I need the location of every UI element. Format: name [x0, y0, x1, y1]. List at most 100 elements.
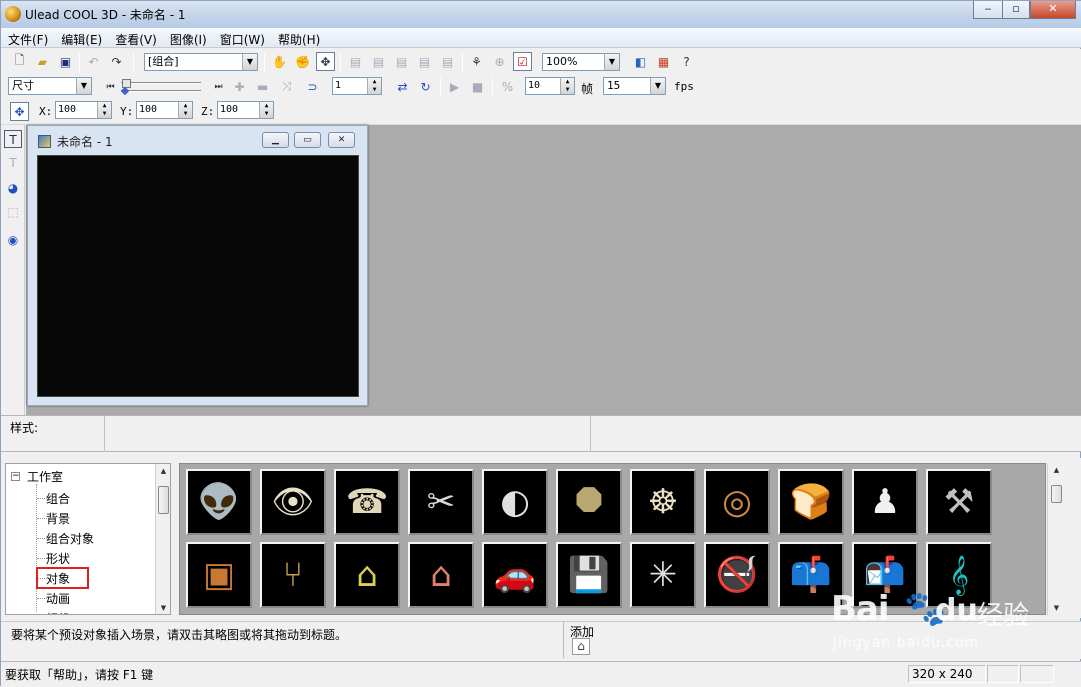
menu-file[interactable]: 文件(F): [1, 28, 54, 48]
chevron-down-icon[interactable]: ▼: [650, 78, 665, 94]
thumbnail-steering-wheel-icon[interactable]: ☸: [630, 469, 696, 535]
document-window[interactable]: 未命名 - 1 ▁ ▭ ✕: [27, 125, 368, 406]
thumbnail-donut-icon[interactable]: ◎: [704, 469, 770, 535]
redo-icon[interactable]: ↷: [107, 52, 126, 71]
tree-item-group[interactable]: 组合: [46, 490, 70, 507]
thumbnail-scissors-icon[interactable]: ✂: [408, 469, 474, 535]
tree-item-background[interactable]: 背景: [46, 510, 70, 527]
collapse-icon[interactable]: −: [11, 472, 20, 481]
property-select[interactable]: 尺寸 ▼: [8, 77, 92, 95]
add-keyframe-icon[interactable]: ✚: [230, 77, 249, 96]
menu-image[interactable]: 图像(I): [163, 28, 213, 48]
insert-object-icon[interactable]: ◕: [4, 179, 22, 197]
doc-maximize-button[interactable]: ▭: [294, 132, 321, 148]
thumbnail-bowling-pin-icon[interactable]: ♟: [852, 469, 918, 535]
zoom-select[interactable]: 100% ▼: [542, 53, 620, 71]
select-object-icon[interactable]: ✥: [316, 52, 335, 71]
reverse-keyframe-icon[interactable]: ⤨: [277, 77, 296, 96]
scroll-thumb[interactable]: [1051, 485, 1062, 503]
thumbnail-bread-icon[interactable]: 🍞: [778, 469, 844, 535]
align-left-icon[interactable]: ▤: [346, 52, 365, 71]
tree-item-camera[interactable]: 相机: [46, 610, 70, 614]
export-icon[interactable]: ▦: [654, 52, 673, 71]
doc-minimize-button[interactable]: ▁: [262, 132, 289, 148]
thumbnail-alien-head-icon[interactable]: 👽: [186, 469, 252, 535]
menu-window[interactable]: 窗口(W): [213, 28, 271, 48]
thumbnail-barn-icon[interactable]: ⌂: [408, 542, 474, 608]
spinner-arrows-icon[interactable]: ▲ ▼: [259, 102, 273, 118]
thumbnail-car-icon[interactable]: 🚗: [482, 542, 548, 608]
tree-root-studio[interactable]: 工作室: [27, 468, 63, 485]
scroll-up-icon[interactable]: ▲: [156, 464, 170, 478]
rotate-hand-icon[interactable]: ✊: [293, 52, 312, 71]
spinner-arrows-icon[interactable]: ▲ ▼: [178, 102, 192, 118]
thumbnail-telephone-icon[interactable]: ☎: [334, 469, 400, 535]
percent-icon[interactable]: %: [498, 77, 517, 96]
first-frame-icon[interactable]: ⏮: [101, 77, 120, 96]
z-position-spinner[interactable]: 100 ▲ ▼: [217, 101, 274, 119]
maximize-button[interactable]: ▫: [1002, 1, 1030, 19]
light-icon[interactable]: ⚘: [467, 52, 486, 71]
play-icon[interactable]: ▶: [445, 77, 464, 96]
chevron-down-icon[interactable]: ▼: [76, 78, 91, 94]
thumbnail-hammer-icon[interactable]: ⚒: [926, 469, 992, 535]
pan-hand-icon[interactable]: ✋: [270, 52, 289, 71]
thumbnail-eye-icon[interactable]: 👁: [260, 469, 326, 535]
render-settings-icon[interactable]: ◧: [631, 52, 650, 71]
scroll-thumb[interactable]: [158, 486, 169, 514]
save-icon[interactable]: ▣: [56, 52, 75, 71]
menu-help[interactable]: 帮助(H): [271, 28, 326, 48]
align-top-icon[interactable]: ▤: [415, 52, 434, 71]
geometry-icon[interactable]: ◉: [4, 231, 22, 249]
globe-icon[interactable]: ⊕: [490, 52, 509, 71]
scroll-up-icon[interactable]: ▲: [1048, 463, 1065, 477]
minimize-button[interactable]: ‒: [973, 1, 1003, 19]
swap-icon[interactable]: ⇄: [393, 77, 412, 96]
open-folder-icon[interactable]: ▰: [33, 52, 52, 71]
tree-item-animation[interactable]: 动画: [46, 590, 70, 607]
y-position-spinner[interactable]: 100 ▲ ▼: [136, 101, 193, 119]
x-position-spinner[interactable]: 100 ▲ ▼: [55, 101, 112, 119]
add-to-scene-icon[interactable]: ⌂: [572, 638, 590, 655]
thumbnail-octagon-sign-icon[interactable]: ⯃: [556, 469, 622, 535]
key-frame-marker[interactable]: [120, 86, 130, 96]
spinner-arrows-icon[interactable]: ▲ ▼: [367, 78, 381, 94]
align-bottom-icon[interactable]: ▤: [438, 52, 457, 71]
spinner-arrows-icon[interactable]: ▲ ▼: [560, 78, 574, 94]
text-tool-icon[interactable]: T: [4, 130, 22, 148]
timeline-slider[interactable]: [120, 79, 203, 96]
thumbnail-box-crate-icon[interactable]: ▣: [186, 542, 252, 608]
edit-text-icon[interactable]: T: [4, 154, 22, 172]
close-button[interactable]: ✕: [1030, 1, 1076, 19]
undo-icon[interactable]: ↶: [84, 52, 103, 71]
new-file-icon[interactable]: 🗋: [10, 52, 29, 71]
3d-canvas[interactable]: [37, 155, 359, 397]
gallery-scrollbar[interactable]: ▲ ▼: [1047, 463, 1065, 615]
remove-keyframe-icon[interactable]: ▬: [253, 77, 272, 96]
last-frame-icon[interactable]: ⏭: [209, 77, 228, 96]
menu-view[interactable]: 查看(V): [108, 28, 163, 48]
align-right-icon[interactable]: ▤: [392, 52, 411, 71]
chevron-down-icon[interactable]: ▼: [604, 54, 619, 70]
tree-item-group-object[interactable]: 组合对象: [46, 530, 94, 547]
stop-icon[interactable]: ■: [468, 77, 487, 96]
fps-select[interactable]: 15 ▼: [603, 77, 666, 95]
display-quality-icon[interactable]: ☑: [513, 52, 532, 71]
tree-item-shape[interactable]: 形状: [46, 550, 70, 567]
object-group-select[interactable]: [组合] ▼: [144, 53, 258, 71]
scroll-down-icon[interactable]: ▼: [1048, 601, 1065, 615]
thumbnail-floppy-disk-icon[interactable]: 💾: [556, 542, 622, 608]
align-center-icon[interactable]: ▤: [369, 52, 388, 71]
spinner-arrows-icon[interactable]: ▲ ▼: [97, 102, 111, 118]
thumbnail-no-smoking-icon[interactable]: 🚭: [704, 542, 770, 608]
menu-edit[interactable]: 编辑(E): [54, 28, 108, 48]
loop-icon[interactable]: ⊃: [303, 77, 322, 96]
current-frame-spinner[interactable]: 1 ▲ ▼: [332, 77, 382, 95]
play-count-spinner[interactable]: 10 ▲ ▼: [525, 77, 575, 95]
context-help-icon[interactable]: ?: [677, 52, 696, 71]
chevron-down-icon[interactable]: ▼: [242, 54, 257, 70]
thumbnail-spider-web-icon[interactable]: ✳: [630, 542, 696, 608]
scroll-down-icon[interactable]: ▼: [156, 601, 170, 614]
refresh-icon[interactable]: ↻: [416, 77, 435, 96]
thumbnail-chair-icon[interactable]: ⑂: [260, 542, 326, 608]
